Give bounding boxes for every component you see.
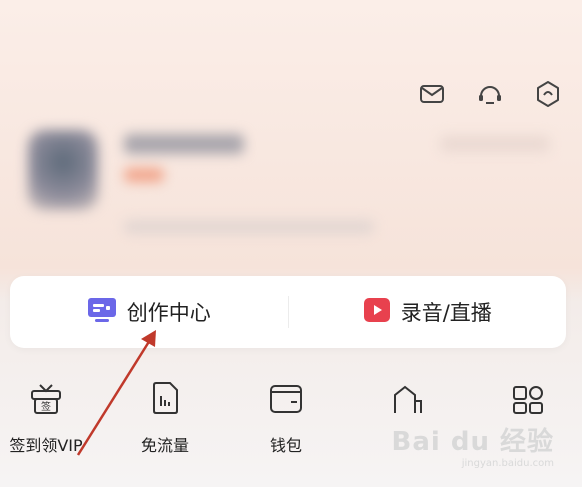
house-icon [358, 380, 458, 416]
watermark-brand: Bai du 经验 [391, 427, 554, 457]
creation-center-button[interactable]: 创作中心 [10, 276, 288, 348]
avatar[interactable] [28, 130, 98, 210]
watermark-url: jingyan.baidu.com [461, 458, 554, 469]
grid-item-label: 签到领VIP [9, 436, 83, 455]
headset-icon[interactable] [474, 78, 506, 110]
grid-item-label: 钱包 [269, 436, 302, 455]
creation-center-label: 创作中心 [126, 301, 211, 325]
monitor-icon [87, 297, 117, 327]
wallet-icon [236, 380, 336, 416]
gift-icon: 签 [0, 380, 96, 416]
record-live-label: 录音/直播 [400, 301, 492, 325]
record-live-button[interactable]: 录音/直播 [289, 276, 567, 348]
action-card: 创作中心 录音/直播 [10, 276, 566, 348]
header-icons [416, 78, 564, 110]
profile-section [20, 120, 560, 260]
settings-icon[interactable] [532, 78, 564, 110]
play-icon [363, 297, 391, 327]
sim-card-icon [115, 380, 215, 416]
grid-item-checkin-vip[interactable]: 签 签到领VIP [0, 380, 96, 456]
svg-text:签: 签 [41, 400, 51, 413]
mail-icon[interactable] [416, 78, 448, 110]
grid-item-free-data[interactable]: 免流量 [115, 380, 215, 456]
apps-icon [478, 380, 578, 416]
grid-item-wallet[interactable]: 钱包 [236, 380, 336, 456]
grid-item-label: 免流量 [140, 436, 189, 455]
watermark: Bai du 经验 jingyan.baidu.com [392, 421, 555, 469]
